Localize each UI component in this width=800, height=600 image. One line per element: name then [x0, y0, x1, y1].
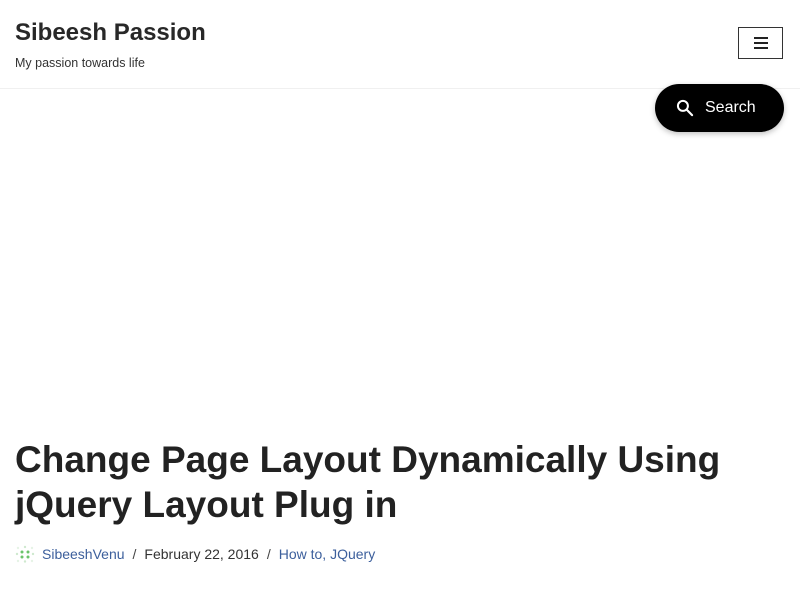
hamburger-menu-icon: [753, 37, 768, 49]
search-button[interactable]: Search: [655, 84, 784, 132]
post-categories-link[interactable]: How to, JQuery: [279, 546, 375, 562]
search-label: Search: [705, 99, 756, 116]
post-date: February 22, 2016: [144, 546, 259, 562]
post-meta: SibeeshVenu / February 22, 2016 / How to…: [15, 545, 375, 563]
post-author-link[interactable]: SibeeshVenu: [42, 546, 125, 562]
menu-toggle-button[interactable]: [738, 27, 783, 59]
meta-separator: /: [266, 546, 271, 562]
post-title[interactable]: Change Page Layout Dynamically Using jQu…: [15, 437, 775, 527]
avatar[interactable]: [15, 545, 35, 563]
site-header: Sibeesh Passion My passion towards life: [0, 0, 800, 89]
search-icon: [676, 99, 694, 117]
site-title[interactable]: Sibeesh Passion: [15, 19, 206, 47]
meta-separator: /: [132, 546, 137, 562]
site-tagline: My passion towards life: [15, 56, 145, 70]
